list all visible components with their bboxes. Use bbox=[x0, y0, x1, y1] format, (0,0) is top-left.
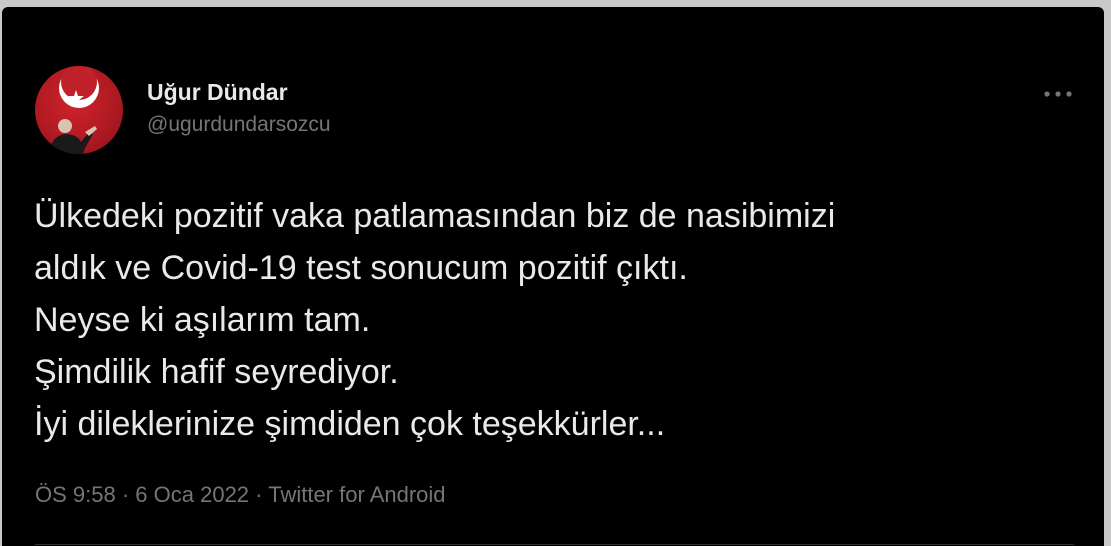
screenshot-frame: Uğur Dündar @ugurdundarsozcu Ülkedeki po… bbox=[0, 0, 1111, 546]
more-options-button[interactable] bbox=[1040, 79, 1076, 109]
tweet-source[interactable]: Twitter for Android bbox=[268, 482, 445, 507]
crescent-star-flag-icon bbox=[49, 66, 99, 154]
author-block: Uğur Dündar @ugurdundarsozcu bbox=[147, 77, 331, 139]
tweet-text-line: Neyse ki aşılarım tam. bbox=[34, 301, 371, 339]
tweet-text-line: aldık ve Covid-19 test sonucum pozitif ç… bbox=[34, 249, 688, 287]
tweet-text-line: Şimdilik hafif seyrediyor. bbox=[34, 353, 399, 391]
tweet-text-line: Ülkedeki pozitif vaka patlamasından biz … bbox=[34, 197, 836, 235]
tweet-metadata: ÖS 9:58 · 6 Oca 2022 · Twitter for Andro… bbox=[35, 481, 446, 509]
avatar[interactable] bbox=[35, 66, 123, 154]
tweet-timestamp-date[interactable]: 6 Oca 2022 bbox=[135, 482, 249, 507]
tweet-timestamp-time[interactable]: ÖS 9:58 bbox=[35, 482, 116, 507]
meta-separator: · bbox=[255, 482, 263, 507]
tweet-text-line: İyi dileklerinize şimdiden çok teşekkürl… bbox=[34, 405, 666, 443]
meta-separator: · bbox=[121, 482, 130, 507]
divider bbox=[35, 544, 1074, 545]
ellipsis-icon bbox=[1044, 91, 1072, 97]
tweet-card: Uğur Dündar @ugurdundarsozcu Ülkedeki po… bbox=[2, 7, 1104, 546]
author-display-name[interactable]: Uğur Dündar bbox=[147, 77, 331, 107]
tweet-text: Ülkedeki pozitif vaka patlamasından biz … bbox=[34, 190, 1074, 450]
author-handle[interactable]: @ugurdundarsozcu bbox=[147, 111, 331, 139]
